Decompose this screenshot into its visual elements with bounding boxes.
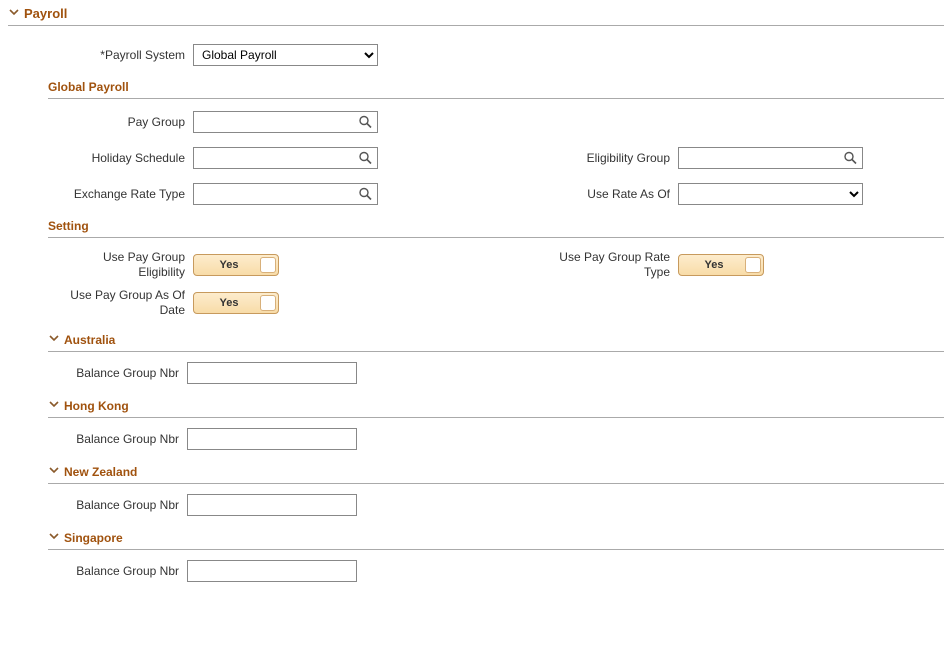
use-pg-as-of-date-label: Use Pay Group As Of Date: [48, 288, 193, 318]
eligibility-group-input[interactable]: [678, 147, 863, 169]
setting-heading: Setting: [48, 219, 944, 238]
australia-balance-row: Balance Group Nbr: [52, 362, 944, 384]
eligibility-group-label: Eligibility Group: [498, 151, 678, 165]
use-pg-rate-type-label: Use Pay Group Rate Type: [498, 250, 678, 280]
new-zealand-header: New Zealand: [48, 464, 944, 484]
payroll-system-row: *Payroll System Global Payroll: [48, 44, 944, 66]
chevron-down-icon[interactable]: [48, 464, 60, 479]
exchange-rate-row: Exchange Rate Type Use Rate As Of: [48, 183, 944, 205]
chevron-down-icon[interactable]: [48, 530, 60, 545]
singapore-title: Singapore: [64, 531, 123, 545]
singapore-header: Singapore: [48, 530, 944, 550]
payroll-system-label: *Payroll System: [48, 48, 193, 62]
chevron-down-icon[interactable]: [48, 332, 60, 347]
hong-kong-title: Hong Kong: [64, 399, 129, 413]
singapore-balance-input[interactable]: [187, 560, 357, 582]
hong-kong-balance-input[interactable]: [187, 428, 357, 450]
chevron-down-icon[interactable]: [8, 6, 20, 21]
hong-kong-balance-label: Balance Group Nbr: [52, 432, 187, 446]
use-pg-rate-type-toggle[interactable]: Yes: [678, 254, 764, 276]
australia-header: Australia: [48, 332, 944, 352]
australia-balance-input[interactable]: [187, 362, 357, 384]
holiday-schedule-label: Holiday Schedule: [48, 151, 193, 165]
use-pg-eligibility-toggle[interactable]: Yes: [193, 254, 279, 276]
payroll-section-header: Payroll: [8, 6, 944, 26]
hong-kong-header: Hong Kong: [48, 398, 944, 418]
payroll-title: Payroll: [24, 6, 67, 21]
pay-group-row: Pay Group: [48, 111, 944, 133]
new-zealand-balance-label: Balance Group Nbr: [52, 498, 187, 512]
payroll-system-select[interactable]: Global Payroll: [193, 44, 378, 66]
australia-balance-label: Balance Group Nbr: [52, 366, 187, 380]
setting-row-2: Use Pay Group As Of Date Yes: [48, 288, 944, 318]
use-pg-eligibility-label: Use Pay Group Eligibility: [48, 250, 193, 280]
new-zealand-title: New Zealand: [64, 465, 137, 479]
global-payroll-heading: Global Payroll: [48, 80, 944, 99]
use-pg-as-of-date-toggle[interactable]: Yes: [193, 292, 279, 314]
new-zealand-balance-row: Balance Group Nbr: [52, 494, 944, 516]
pay-group-input[interactable]: [193, 111, 378, 133]
singapore-balance-label: Balance Group Nbr: [52, 564, 187, 578]
hong-kong-balance-row: Balance Group Nbr: [52, 428, 944, 450]
australia-title: Australia: [64, 333, 115, 347]
new-zealand-balance-input[interactable]: [187, 494, 357, 516]
chevron-down-icon[interactable]: [48, 398, 60, 413]
toggle-knob: [260, 257, 276, 273]
exchange-rate-type-label: Exchange Rate Type: [48, 187, 193, 201]
exchange-rate-type-input[interactable]: [193, 183, 378, 205]
pay-group-label: Pay Group: [48, 115, 193, 129]
use-rate-as-of-select[interactable]: [678, 183, 863, 205]
holiday-eligibility-row: Holiday Schedule Eligibility Group: [48, 147, 944, 169]
singapore-balance-row: Balance Group Nbr: [52, 560, 944, 582]
toggle-knob: [260, 295, 276, 311]
holiday-schedule-input[interactable]: [193, 147, 378, 169]
toggle-knob: [745, 257, 761, 273]
setting-row-1: Use Pay Group Eligibility Yes Use Pay Gr…: [48, 250, 944, 280]
use-rate-as-of-label: Use Rate As Of: [498, 187, 678, 201]
